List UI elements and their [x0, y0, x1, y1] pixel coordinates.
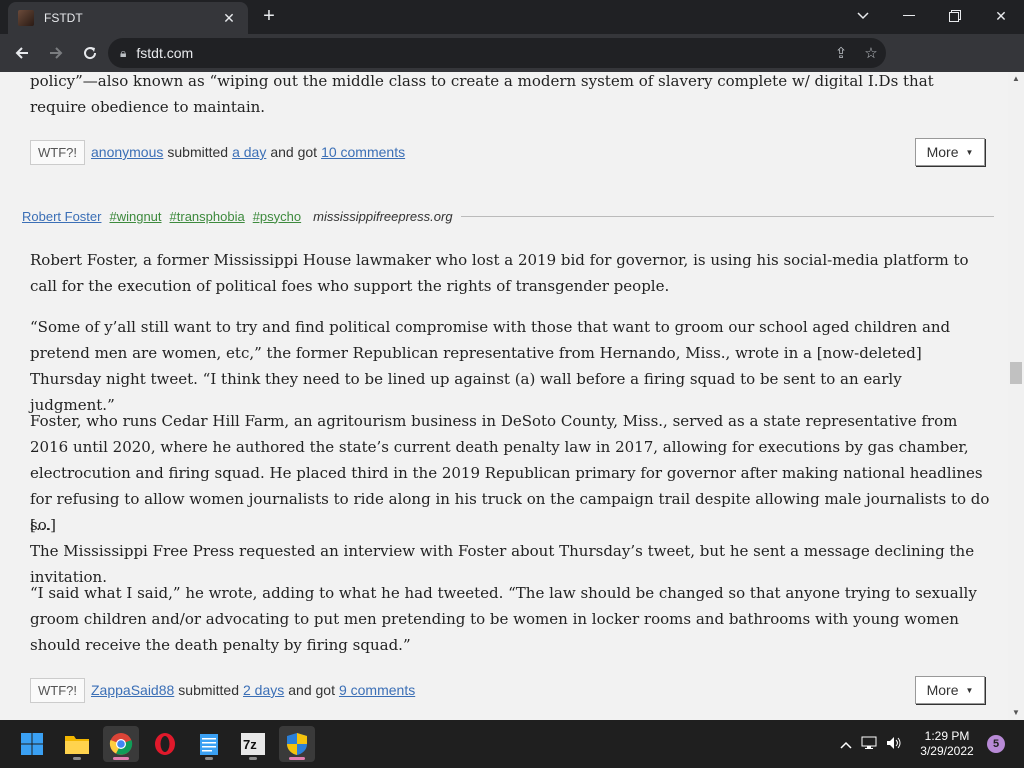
forward-arrow-icon[interactable] [40, 37, 72, 69]
submitted-text: submitted [167, 144, 229, 160]
bookmark-star-icon[interactable]: ☆ [856, 44, 886, 62]
caret-down-icon: ▼ [965, 685, 974, 695]
tab-title: FSTDT [44, 11, 83, 25]
volume-icon[interactable] [882, 736, 906, 753]
browser-tab[interactable]: FSTDT ✕ [8, 2, 248, 34]
more-button[interactable]: More ▼ [915, 138, 985, 166]
tag-link[interactable]: #psycho [253, 209, 301, 224]
tab-bar: FSTDT ✕ + ✕ [0, 0, 1024, 34]
back-arrow-icon[interactable] [6, 37, 38, 69]
browser-toolbar: 🔒︎ fstdt.com ⇪ ☆ e ⋮ [0, 34, 1024, 97]
clock-date: 3/29/2022 [920, 744, 974, 758]
post2-paragraph: Robert Foster, a former Mississippi Hous… [30, 251, 969, 295]
clock[interactable]: 1:29 PM 3/29/2022 [912, 729, 982, 759]
comments-link[interactable]: 9 comments [339, 682, 415, 698]
source-domain: mississippifreepress.org [313, 208, 453, 224]
submitted-text: submitted [178, 682, 239, 698]
post2-meta: Robert Foster #wingnut #transphobia #psy… [22, 206, 994, 226]
post1-text: policy”—also known as “wiping out the mi… [30, 72, 934, 116]
time-link[interactable]: 2 days [243, 682, 284, 698]
notepad-icon[interactable] [191, 726, 227, 762]
post2-paragraph: [...] [30, 516, 57, 534]
tab-close-icon[interactable]: ✕ [220, 10, 238, 27]
more-button[interactable]: More ▼ [915, 676, 985, 704]
post1-footer: WTF?! anonymous submitted a day and got … [30, 138, 409, 166]
tag-link[interactable]: #transphobia [170, 209, 245, 224]
author-link[interactable]: Robert Foster [22, 209, 101, 224]
divider [460, 215, 994, 217]
start-icon[interactable] [14, 726, 50, 762]
file-explorer-icon[interactable] [59, 726, 95, 762]
time-link[interactable]: a day [232, 144, 266, 160]
system-tray [836, 720, 906, 768]
security-shield-icon[interactable] [279, 726, 315, 762]
opera-icon[interactable] [147, 726, 183, 762]
network-icon[interactable] [856, 736, 882, 753]
comments-link[interactable]: 10 comments [321, 144, 405, 160]
wtf-button[interactable]: WTF?! [30, 677, 85, 703]
scroll-up-icon[interactable]: ▲ [1008, 72, 1024, 86]
7zip-icon[interactable]: 7z [235, 726, 271, 762]
and-got-text: and got [270, 144, 318, 160]
minimize-icon[interactable] [886, 0, 932, 32]
url-text: fstdt.com [136, 45, 194, 61]
post2-paragraph: “Some of y’all still want to try and fin… [30, 318, 951, 414]
scroll-thumb[interactable] [1010, 362, 1022, 384]
restore-icon[interactable] [932, 0, 978, 32]
svg-text:7z: 7z [243, 737, 257, 752]
post2-footer: WTF?! ZappaSaid88 submitted 2 days and g… [30, 676, 419, 704]
share-icon[interactable]: ⇪ [826, 44, 856, 62]
lock-icon[interactable]: 🔒︎ [120, 46, 126, 61]
address-bar[interactable]: 🔒︎ fstdt.com ⇪ ☆ [108, 38, 886, 68]
clock-time: 1:29 PM [924, 729, 970, 743]
submitter-link[interactable]: anonymous [91, 144, 163, 160]
wtf-button[interactable]: WTF?! [30, 139, 85, 165]
post2-paragraph: “I said what I said,” he wrote, adding t… [30, 584, 977, 654]
submitter-link[interactable]: ZappaSaid88 [91, 682, 174, 698]
reload-icon[interactable] [74, 37, 106, 69]
favicon-icon [18, 10, 34, 26]
taskbar: 7z 1:29 PM 3/29/2022 [0, 720, 1024, 768]
close-window-icon[interactable]: ✕ [978, 0, 1024, 32]
caret-down-icon: ▼ [965, 147, 974, 157]
new-tab-icon[interactable]: + [256, 6, 282, 28]
scroll-down-icon[interactable]: ▼ [1008, 706, 1024, 720]
chrome-icon[interactable] [103, 726, 139, 762]
page-scrollbar[interactable]: ▲ ▼ [1008, 72, 1024, 720]
notification-badge[interactable]: 5 [987, 735, 1005, 753]
and-got-text: and got [288, 682, 335, 698]
chevron-up-icon[interactable] [836, 737, 856, 752]
tab-search-icon[interactable] [840, 0, 886, 32]
page-content: policy”—also known as “wiping out the mi… [0, 72, 1008, 720]
tag-link[interactable]: #wingnut [109, 209, 161, 224]
